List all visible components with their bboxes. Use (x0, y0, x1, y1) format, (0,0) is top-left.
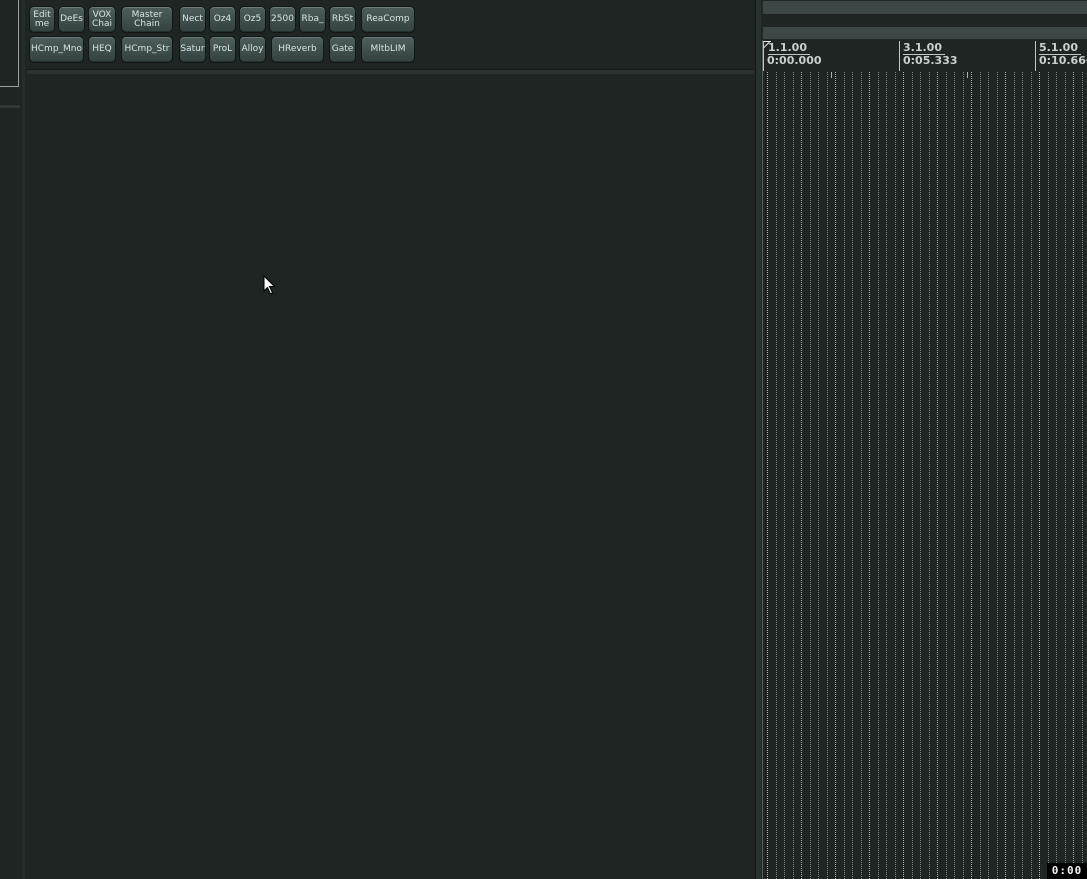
grid-line (929, 72, 930, 879)
grid-line (997, 72, 998, 879)
grid-line (827, 72, 828, 879)
grid-line (861, 72, 862, 879)
ruler-marker-1[interactable]: 1.1.00 0:00.000 (763, 41, 822, 71)
ruler-time-label: 0:00.000 (767, 54, 822, 67)
toolbar-button-hreverb[interactable]: HReverb (271, 36, 324, 63)
toolbar-button-master-chain[interactable]: Master Chain (121, 6, 173, 33)
toolbar-button-satur[interactable]: Satur (179, 36, 206, 63)
reaper-window: Edit me DeEs VOX Chai Master Chain Nect … (0, 0, 1087, 879)
arrange-splitter[interactable] (755, 0, 761, 879)
grid-line (1056, 72, 1057, 879)
grid-line (1073, 72, 1074, 879)
region-lane[interactable] (763, 1, 1087, 14)
grid-line (1065, 72, 1066, 879)
toolbar-button-rbst[interactable]: RbSt (329, 6, 356, 33)
grid-line (980, 72, 981, 879)
arrange-grid[interactable] (763, 72, 1087, 879)
toolbar-button-alloy[interactable]: Alloy (239, 36, 266, 63)
grid-line (1048, 72, 1049, 879)
toolbar-button-reacomp[interactable]: ReaComp (361, 6, 415, 33)
ruler-marker-5[interactable]: 5.1.00 0:10.666 (1035, 41, 1087, 71)
grid-line (1082, 72, 1083, 879)
ruler-tick (831, 72, 832, 78)
grid-line (937, 72, 938, 879)
grid-line (903, 72, 904, 879)
grid-line (835, 72, 836, 879)
grid-line (920, 72, 921, 879)
left-splitter[interactable] (22, 0, 25, 879)
toolbar-button-oz5[interactable]: Oz5 (239, 6, 266, 33)
grid-line (954, 72, 955, 879)
toolbar-button-dees[interactable]: DeEs (58, 6, 85, 33)
ruler-marker-3[interactable]: 3.1.00 0:05.333 (899, 41, 958, 71)
track-control-panel[interactable] (27, 74, 754, 879)
ruler-time-label: 0:10.666 (1039, 54, 1087, 67)
toolbar-button-oz4[interactable]: Oz4 (209, 6, 236, 33)
mouse-pointer-icon (263, 275, 276, 295)
grid-line (895, 72, 896, 879)
time-display: 0:00 (1047, 863, 1087, 879)
grid-line (869, 72, 870, 879)
grid-line (912, 72, 913, 879)
toolbar-button-hcmp-mno[interactable]: HCmp_Mno (29, 36, 84, 63)
grid-line (784, 72, 785, 879)
grid-line (810, 72, 811, 879)
grid-line (818, 72, 819, 879)
ruler-tick (967, 72, 968, 78)
grid-line (801, 72, 802, 879)
grid-line (852, 72, 853, 879)
toolbar-button-vox-chai[interactable]: VOX Chai (88, 6, 116, 33)
grid-line (844, 72, 845, 879)
toolbar-button-mltblim[interactable]: MltbLIM (361, 36, 415, 63)
left-panel-frame (0, 0, 19, 87)
grid-line (878, 72, 879, 879)
grid-line (971, 72, 972, 879)
grid-line (767, 72, 768, 879)
grid-line (1014, 72, 1015, 879)
grid-line (1005, 72, 1006, 879)
grid-line (946, 72, 947, 879)
grid-line (886, 72, 887, 879)
grid-line (1039, 72, 1040, 879)
grid-line (1031, 72, 1032, 879)
toolbar-button-hcmp-str[interactable]: HCmp_Str (121, 36, 173, 63)
grid-line (776, 72, 777, 879)
grid-line (1022, 72, 1023, 879)
grid-line (963, 72, 964, 879)
left-panel-divider (0, 105, 20, 108)
toolbar-button-heq[interactable]: HEQ (88, 36, 116, 63)
marker-lane[interactable] (763, 27, 1087, 39)
grid-line (793, 72, 794, 879)
toolbar-button-prol[interactable]: ProL (209, 36, 236, 63)
toolbar-button-nect[interactable]: Nect (179, 6, 206, 33)
ruler-time-label: 0:05.333 (903, 54, 958, 67)
toolbar-button-rba[interactable]: Rba_ (299, 6, 326, 33)
grid-line (988, 72, 989, 879)
toolbar-button-2500[interactable]: 2500 (269, 6, 296, 33)
toolbar-button-edit-me[interactable]: Edit me (29, 6, 55, 33)
toolbar-button-gate[interactable]: Gate (329, 36, 356, 63)
